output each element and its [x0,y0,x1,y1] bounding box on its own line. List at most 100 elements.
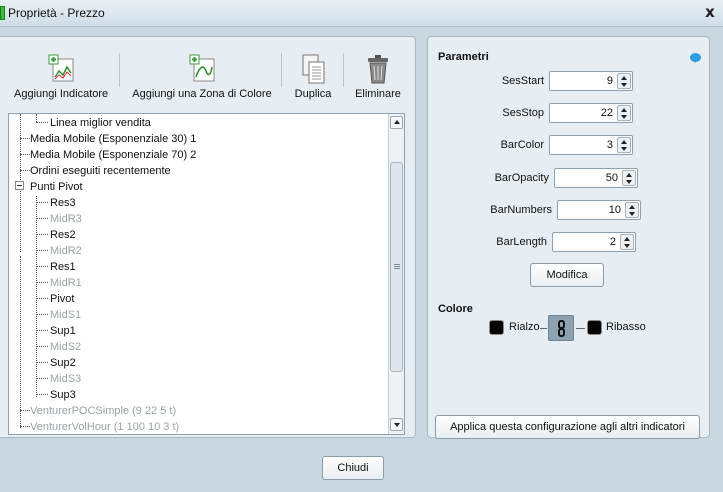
toolbar-separator [281,53,282,87]
tree-guide [36,122,48,123]
tree-item[interactable]: Sup2 [50,355,76,371]
help-bubble-icon[interactable] [690,53,701,63]
spinner-arrows[interactable] [625,202,639,218]
tree-guide [36,298,48,299]
spinner-arrows[interactable] [617,73,631,89]
duplicate-button[interactable]: Duplica [290,53,336,103]
tree-guide [36,346,48,347]
tree-guide [36,266,48,267]
tree-item[interactable]: MidS1 [50,307,81,323]
tree-item[interactable]: MidS2 [50,339,81,355]
tree-guide [20,256,21,428]
link-connector [540,328,547,329]
add-color-zone-label: Aggiungi una Zona di Colore [132,88,272,100]
tree-item[interactable]: Res3 [50,195,76,211]
chain-link-icon [558,328,565,337]
spinner-arrows[interactable] [620,234,634,250]
tree-item[interactable]: VenturerPOCSimple (9 22 5 t) [30,403,176,419]
tree-guide [36,196,37,397]
apply-to-other-indicators-button[interactable]: Applica questa configurazione agli altri… [435,415,700,439]
scroll-up-button[interactable] [390,116,403,129]
up-color-swatch[interactable] [489,320,504,335]
tree-item[interactable]: MidR1 [50,275,82,291]
tree-item[interactable]: Media Mobile (Esponenziale 30) 1 [30,131,196,147]
tree-guide [20,138,30,139]
baropacity-input[interactable] [559,172,618,184]
scroll-thumb[interactable] [390,162,403,372]
sesstart-spinner[interactable] [549,71,633,91]
sesstart-label: SesStart [501,75,544,87]
duplicate-label: Duplica [294,88,332,100]
sesstop-spinner[interactable] [549,103,633,123]
tree-guide [36,394,48,395]
tree-item[interactable]: Ordini eseguiti recentemente [30,163,171,179]
tree-guide [36,202,48,203]
barnumbers-spinner[interactable] [557,200,641,220]
indicators-panel: Aggiungi Indicatore Aggiungi una Zona di… [0,36,416,438]
tree-item[interactable]: Res2 [50,227,76,243]
collapse-toggle[interactable] [15,181,24,190]
tree-guide [20,170,30,171]
tree-guide [36,282,48,283]
tree-guide [36,234,48,235]
link-colors-button[interactable] [548,315,574,341]
barlength-input[interactable] [557,236,616,248]
add-indicator-button[interactable]: Aggiungi Indicatore [14,53,108,103]
add-indicator-label: Aggiungi Indicatore [14,88,109,100]
barlength-label: BarLength [496,236,547,248]
toolbar-separator [119,53,120,87]
tree-item[interactable]: Punti Pivot [30,179,83,195]
barcolor-label: BarColor [500,139,544,151]
tree-guide [36,330,48,331]
tree-guide [36,114,37,122]
duplicate-icon [302,54,325,84]
tree-item[interactable]: Sup1 [50,323,76,339]
parameters-panel: Parametri SesStart SesStop BarColor BarO… [427,36,710,439]
indicator-tree[interactable]: Linea miglior vendita Media Mobile (Espo… [8,113,405,435]
title-bar: Proprietà - Prezzo x [0,0,723,27]
tree-guide [36,362,48,363]
barcolor-spinner[interactable] [549,135,633,155]
tree-guide [20,410,30,411]
barlength-spinner[interactable] [552,232,636,252]
delete-label: Eliminare [355,88,401,100]
modify-button[interactable]: Modifica [530,263,604,287]
link-connector [576,328,585,329]
spinner-arrows[interactable] [617,137,631,153]
tree-item[interactable]: Media Mobile (Esponenziale 70) 2 [30,147,196,163]
tree-item[interactable]: Sup3 [50,387,76,403]
tree-item[interactable]: VenturerVolHour (1 100 10 3 t) [30,419,179,434]
tree-guide [36,250,48,251]
add-color-zone-button[interactable]: Aggiungi una Zona di Colore [132,53,272,103]
tree-item[interactable]: MidR2 [50,243,82,259]
close-button[interactable]: Chiudi [322,456,384,480]
sesstop-input[interactable] [554,107,613,119]
barcolor-input[interactable] [554,139,613,151]
up-color-label: Rialzo [509,321,540,333]
tree-guide [36,314,48,315]
delete-button[interactable]: Eliminare [353,53,403,103]
tree-item[interactable]: Pivot [50,291,74,307]
tree-item[interactable]: Res1 [50,259,76,275]
tree-item[interactable]: MidR3 [50,211,82,227]
add-indicator-icon [48,54,74,82]
tree-guide [20,426,30,427]
tree-scrollbar[interactable] [388,114,404,434]
down-color-swatch[interactable] [587,320,602,335]
close-window-button[interactable]: x [700,3,720,23]
barnumbers-input[interactable] [562,204,621,216]
dialog-body: Aggiungi Indicatore Aggiungi una Zona di… [0,28,723,492]
down-color-label: Ribasso [606,321,646,333]
color-heading: Colore [438,303,473,315]
spinner-arrows[interactable] [622,170,636,186]
sesstart-input[interactable] [554,75,613,87]
spinner-arrows[interactable] [617,105,631,121]
tree-item[interactable]: MidS3 [50,371,81,387]
baropacity-spinner[interactable] [554,168,638,188]
tree-guide [36,378,48,379]
tree-item[interactable]: Linea miglior vendita [50,115,151,131]
barnumbers-label: BarNumbers [490,204,552,216]
scroll-down-button[interactable] [390,418,403,431]
baropacity-label: BarOpacity [494,172,549,184]
add-color-zone-icon [189,54,215,82]
